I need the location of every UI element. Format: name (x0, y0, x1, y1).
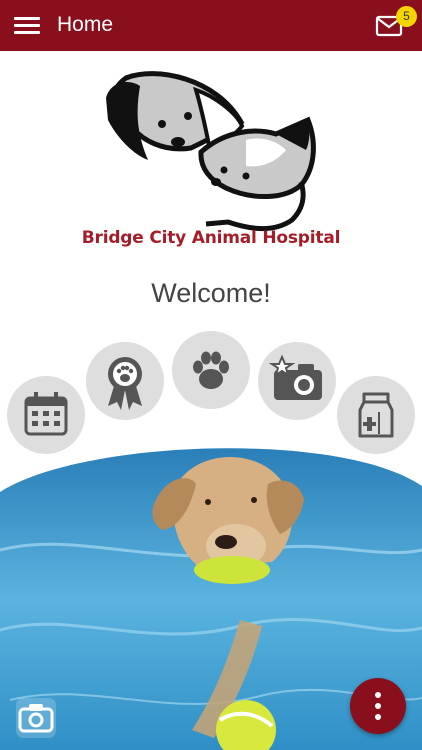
appointments-button[interactable] (7, 376, 85, 454)
more-options-button[interactable] (350, 678, 406, 734)
more-vertical-dot (375, 703, 381, 709)
page-title: Home (57, 13, 114, 36)
rewards-button[interactable] (86, 342, 164, 420)
pet-food-button[interactable] (337, 376, 415, 454)
more-vertical-dot (375, 714, 381, 720)
welcome-heading: Welcome! (151, 278, 271, 308)
calendar-icon (24, 392, 68, 436)
app-bar: Home 5 (0, 0, 422, 51)
hamburger-menu-line (14, 24, 40, 27)
hospital-logo (106, 71, 316, 232)
menu-button[interactable] (14, 14, 40, 36)
hamburger-menu-line (14, 31, 40, 34)
pet-food-bag-icon (358, 392, 394, 438)
award-ribbon-icon (108, 357, 142, 410)
photo-contest-button[interactable] (258, 342, 336, 420)
hamburger-menu-icon (14, 17, 40, 20)
unread-badge: 5 (396, 6, 417, 27)
more-vertical-icon (375, 692, 381, 698)
paw-icon (193, 351, 229, 389)
camera-icon (18, 704, 54, 733)
pets-button[interactable] (172, 331, 250, 409)
camera-button[interactable] (16, 698, 56, 738)
hospital-name: Bridge City Animal Hospital (81, 228, 341, 248)
camera-icon (268, 354, 322, 400)
